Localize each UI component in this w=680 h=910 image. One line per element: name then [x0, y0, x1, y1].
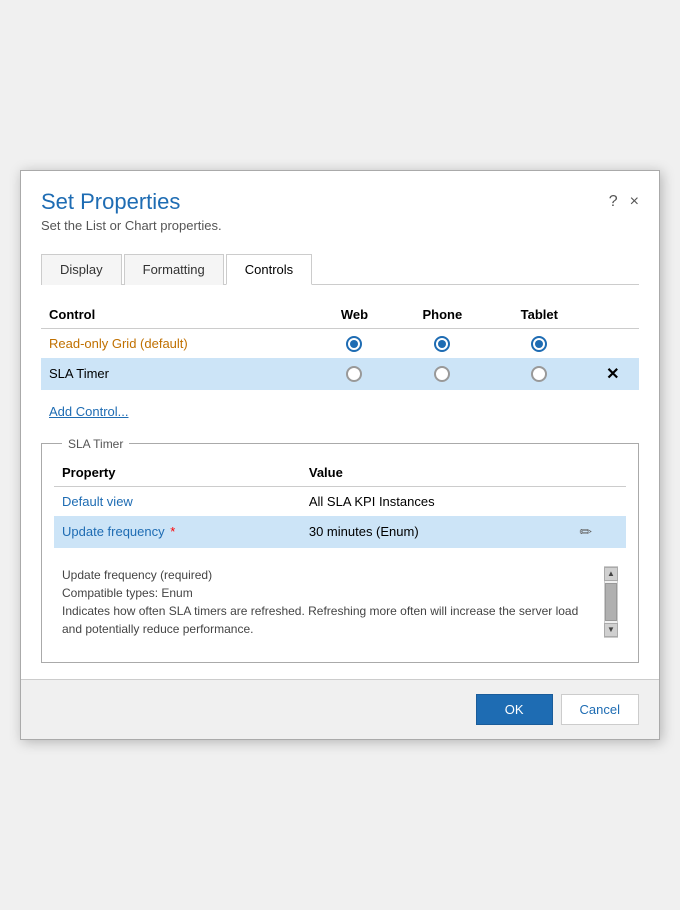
title-block: Set Properties Set the List or Chart pro… [41, 189, 222, 233]
tabs-container: Display Formatting Controls [21, 243, 659, 285]
add-control-anchor[interactable]: Add Control... [41, 400, 137, 423]
scroll-up-button[interactable]: ▲ [604, 567, 618, 581]
update-frequency-action: ✏ [571, 516, 626, 548]
scroll-thumb[interactable] [605, 583, 617, 621]
sla-remove-cell: ✕ [587, 358, 639, 390]
default-view-value-text: All SLA KPI Instances [309, 494, 435, 509]
edit-update-frequency-button[interactable]: ✏ [579, 524, 592, 541]
tab-formatting[interactable]: Formatting [124, 254, 224, 285]
sla-legend: SLA Timer [62, 437, 129, 451]
dialog-header: Set Properties Set the List or Chart pro… [21, 171, 659, 243]
dialog-body: Control Web Phone Tablet Read-only Grid … [21, 285, 659, 679]
phone-radio-cell [393, 329, 492, 358]
scroll-down-button[interactable]: ▼ [604, 623, 618, 637]
cancel-button[interactable]: Cancel [561, 694, 639, 725]
tablet-radio-cell [492, 329, 587, 358]
remove-cell [587, 329, 639, 358]
close-icon[interactable]: × [630, 193, 639, 211]
tablet-radio-checked[interactable] [531, 336, 547, 352]
sla-phone-radio-cell [393, 358, 492, 390]
scrollbar[interactable]: ▲ ▼ [604, 566, 618, 638]
col-header-remove [587, 301, 639, 329]
default-view-label: Default view [62, 494, 133, 509]
tab-controls[interactable]: Controls [226, 254, 312, 285]
update-frequency-value: 30 minutes (Enum) [301, 516, 572, 548]
default-view-action [571, 486, 626, 516]
default-view-property: Default view [54, 486, 301, 516]
update-frequency-property: Update frequency * [54, 516, 301, 548]
col-header-phone: Phone [393, 301, 492, 329]
sla-web-radio[interactable] [346, 366, 362, 382]
sla-phone-radio[interactable] [434, 366, 450, 382]
table-row: Read-only Grid (default) [41, 329, 639, 358]
header-icons: ? × [609, 189, 639, 211]
dialog-footer: OK Cancel [21, 679, 659, 739]
action-col-header [571, 459, 626, 487]
controls-table: Control Web Phone Tablet Read-only Grid … [41, 301, 639, 390]
update-frequency-value-text: 30 minutes (Enum) [309, 524, 419, 539]
update-frequency-label: Update frequency [62, 524, 165, 539]
required-indicator: * [170, 524, 175, 539]
dialog-subtitle: Set the List or Chart properties. [41, 218, 222, 233]
sla-web-radio-cell [316, 358, 393, 390]
sla-timer-label: SLA Timer [49, 366, 109, 381]
web-radio-cell [316, 329, 393, 358]
phone-radio-checked[interactable] [434, 336, 450, 352]
value-col-header: Value [301, 459, 572, 487]
table-row: SLA Timer ✕ [41, 358, 639, 390]
sla-tablet-radio-cell [492, 358, 587, 390]
sla-timer-name-cell: SLA Timer [41, 358, 316, 390]
default-view-value: All SLA KPI Instances [301, 486, 572, 516]
sla-tablet-radio[interactable] [531, 366, 547, 382]
property-row-default-view: Default view All SLA KPI Instances [54, 486, 626, 516]
web-radio-checked[interactable] [346, 336, 362, 352]
col-header-tablet: Tablet [492, 301, 587, 329]
dialog-title: Set Properties [41, 189, 222, 215]
set-properties-dialog: Set Properties Set the List or Chart pro… [20, 170, 660, 740]
read-only-grid-link[interactable]: Read-only Grid (default) [49, 336, 188, 351]
help-icon[interactable]: ? [609, 193, 618, 211]
property-row-update-frequency: Update frequency * 30 minutes (Enum) ✏ [54, 516, 626, 548]
tabs: Display Formatting Controls [41, 253, 639, 285]
col-header-control: Control [41, 301, 316, 329]
description-box: Update frequency (required) Compatible t… [54, 558, 626, 646]
property-table: Property Value Default view All SLA KPI … [54, 459, 626, 548]
description-text: Update frequency (required) Compatible t… [62, 566, 604, 638]
add-control-link[interactable]: Add Control... [41, 400, 639, 423]
tab-display[interactable]: Display [41, 254, 122, 285]
property-col-header: Property [54, 459, 301, 487]
remove-sla-button[interactable]: ✕ [606, 366, 619, 383]
control-name-cell: Read-only Grid (default) [41, 329, 316, 358]
col-header-web: Web [316, 301, 393, 329]
sla-timer-section: SLA Timer Property Value Default view [41, 437, 639, 663]
ok-button[interactable]: OK [476, 694, 553, 725]
